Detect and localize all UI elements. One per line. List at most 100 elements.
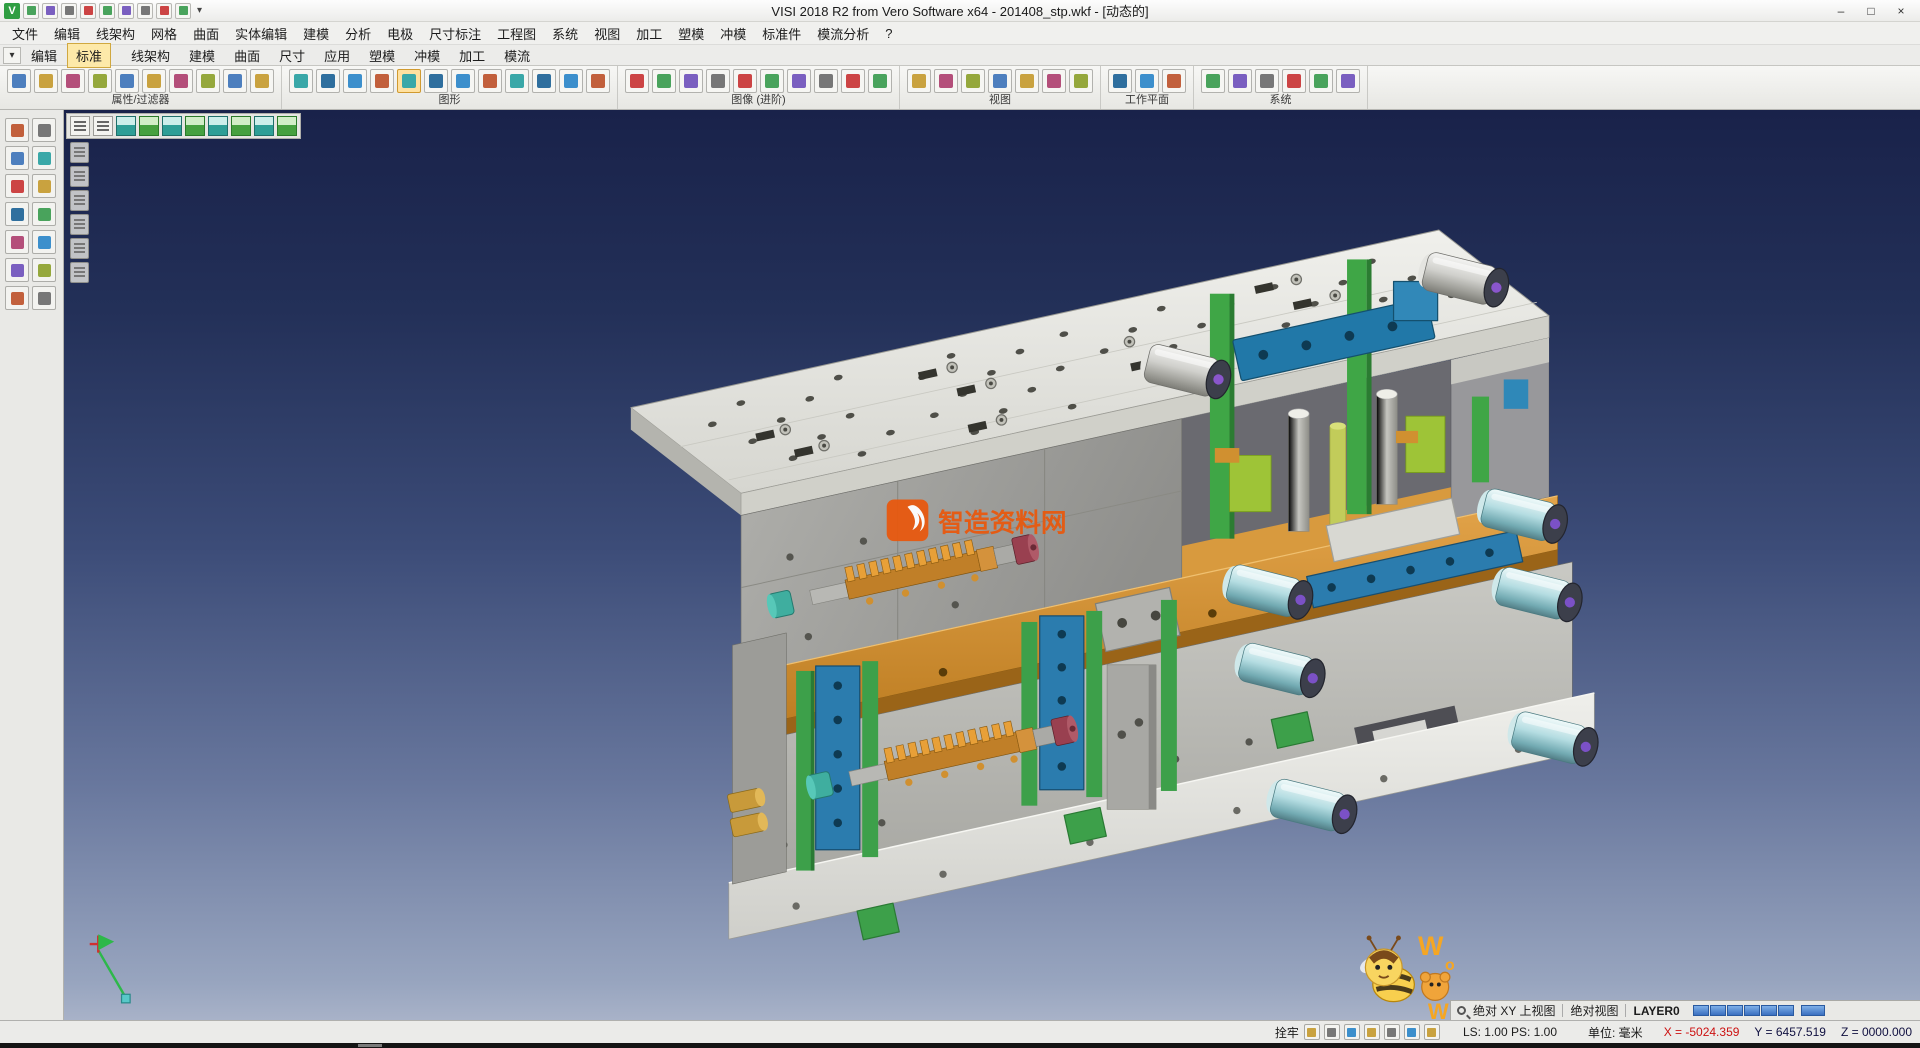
tab-4[interactable]: 建模 xyxy=(180,43,224,68)
absolute-view-label[interactable]: 绝对视图 xyxy=(1570,1002,1618,1019)
plane-new-icon[interactable] xyxy=(1135,69,1159,93)
view-cube-icon-2[interactable] xyxy=(139,116,159,136)
render-icon[interactable] xyxy=(652,69,676,93)
magnet-icon[interactable] xyxy=(88,69,112,93)
menu-item-13[interactable]: 视图 xyxy=(586,22,628,45)
view-list-icon[interactable] xyxy=(70,116,90,136)
pan-icon[interactable] xyxy=(988,69,1012,93)
grid-toggle-icon[interactable] xyxy=(1324,1024,1340,1040)
view-cube-icon-5[interactable] xyxy=(208,116,228,136)
menu-item-8[interactable]: 分析 xyxy=(337,22,379,45)
view-cube-icon-3[interactable] xyxy=(162,116,182,136)
sphere-icon[interactable] xyxy=(451,69,475,93)
menu-item-15[interactable]: 塑模 xyxy=(670,22,712,45)
tab-5[interactable]: 曲面 xyxy=(225,43,269,68)
menu-item-16[interactable]: 冲模 xyxy=(712,22,754,45)
minimize-button[interactable]: – xyxy=(1826,1,1856,21)
previous-view-icon[interactable] xyxy=(1042,69,1066,93)
zoom-fit-icon[interactable] xyxy=(961,69,985,93)
transparency-icon[interactable] xyxy=(787,69,811,93)
revolve-icon[interactable] xyxy=(532,69,556,93)
layer-up-icon[interactable] xyxy=(196,69,220,93)
undo-icon[interactable] xyxy=(32,258,56,282)
new-file-icon[interactable] xyxy=(23,3,39,19)
menu-item-10[interactable]: 尺寸标注 xyxy=(421,22,489,45)
coords-mode-icon[interactable] xyxy=(1384,1024,1400,1040)
measure-icon[interactable] xyxy=(5,230,29,254)
shade-icon[interactable] xyxy=(625,69,649,93)
tab-1[interactable]: 编辑 xyxy=(22,43,66,68)
save-file-icon[interactable] xyxy=(61,3,77,19)
menu-item-11[interactable]: 工程图 xyxy=(489,22,544,45)
side-strip-icon-1[interactable] xyxy=(70,142,89,163)
wireframe-view-icon[interactable] xyxy=(814,69,838,93)
light-icon[interactable] xyxy=(706,69,730,93)
open-file-icon[interactable] xyxy=(42,3,58,19)
block-icon[interactable] xyxy=(478,69,502,93)
layer-label[interactable]: LAYER0 xyxy=(1633,1004,1679,1018)
layer-color-single[interactable] xyxy=(1801,1005,1825,1016)
grid-system-icon[interactable] xyxy=(1309,69,1333,93)
mesh-icon[interactable] xyxy=(586,69,610,93)
tab-2[interactable]: 标准 xyxy=(67,43,111,68)
menu-item-2[interactable]: 编辑 xyxy=(46,22,88,45)
layer-down-icon[interactable] xyxy=(223,69,247,93)
zoom-out-icon[interactable] xyxy=(934,69,958,93)
sketch-icon[interactable] xyxy=(32,146,56,170)
circle-icon[interactable] xyxy=(370,69,394,93)
point-icon[interactable] xyxy=(289,69,313,93)
tab-9[interactable]: 冲模 xyxy=(405,43,449,68)
cylinder-icon[interactable] xyxy=(397,69,421,93)
swap-icon[interactable] xyxy=(61,69,85,93)
texture-icon[interactable] xyxy=(679,69,703,93)
tab-7[interactable]: 应用 xyxy=(315,43,359,68)
app-logo-icon[interactable]: V xyxy=(4,3,20,19)
magnifier-icon[interactable] xyxy=(1457,1006,1466,1015)
cone-icon[interactable] xyxy=(424,69,448,93)
hidden-line-icon[interactable] xyxy=(841,69,865,93)
plane-align-icon[interactable] xyxy=(1162,69,1186,93)
menu-item-5[interactable]: 曲面 xyxy=(185,22,227,45)
side-strip-icon-3[interactable] xyxy=(70,190,89,211)
extrude-icon[interactable] xyxy=(505,69,529,93)
menu-item-9[interactable]: 电极 xyxy=(379,22,421,45)
menu-item-4[interactable]: 网格 xyxy=(143,22,185,45)
close-button[interactable]: × xyxy=(1886,1,1916,21)
side-strip-icon-4[interactable] xyxy=(70,214,89,235)
printer-icon[interactable] xyxy=(1336,69,1360,93)
menu-item-7[interactable]: 建模 xyxy=(295,22,337,45)
tab-dropdown-icon[interactable]: ▾ xyxy=(3,47,21,64)
menu-item-3[interactable]: 线架构 xyxy=(88,22,143,45)
help-icon[interactable] xyxy=(175,3,191,19)
quick-access-dropdown-icon[interactable]: ▾ xyxy=(194,5,205,16)
line-icon[interactable] xyxy=(316,69,340,93)
brush-icon[interactable] xyxy=(142,69,166,93)
maximize-button[interactable]: □ xyxy=(1856,1,1886,21)
trim-icon[interactable] xyxy=(32,174,56,198)
tab-3[interactable]: 线架构 xyxy=(122,43,179,68)
refresh-icon[interactable] xyxy=(250,69,274,93)
menu-item-6[interactable]: 实体编辑 xyxy=(227,22,295,45)
rotate-icon[interactable] xyxy=(5,174,29,198)
print-icon[interactable] xyxy=(80,3,96,19)
menu-item-18[interactable]: 模流分析 xyxy=(809,22,877,45)
menu-item-1[interactable]: 文件 xyxy=(4,22,46,45)
display-icon[interactable] xyxy=(1228,69,1252,93)
view-cube-icon-7[interactable] xyxy=(254,116,274,136)
tab-6[interactable]: 尺寸 xyxy=(270,43,314,68)
plane-xy-icon[interactable] xyxy=(1108,69,1132,93)
email-icon[interactable] xyxy=(118,3,134,19)
menu-item-17[interactable]: 标准件 xyxy=(754,22,809,45)
layers-icon[interactable] xyxy=(32,202,56,226)
link-icon[interactable] xyxy=(115,69,139,93)
hatch-icon[interactable] xyxy=(5,286,29,310)
settings-icon[interactable] xyxy=(1282,69,1306,93)
cut-icon[interactable] xyxy=(32,118,56,142)
redo-icon[interactable] xyxy=(156,3,172,19)
menu-item-14[interactable]: 加工 xyxy=(628,22,670,45)
zoom-in-icon[interactable] xyxy=(907,69,931,93)
eraser-icon[interactable] xyxy=(169,69,193,93)
section-icon[interactable] xyxy=(760,69,784,93)
tab-11[interactable]: 模流 xyxy=(495,43,539,68)
rotate-view-icon[interactable] xyxy=(1015,69,1039,93)
